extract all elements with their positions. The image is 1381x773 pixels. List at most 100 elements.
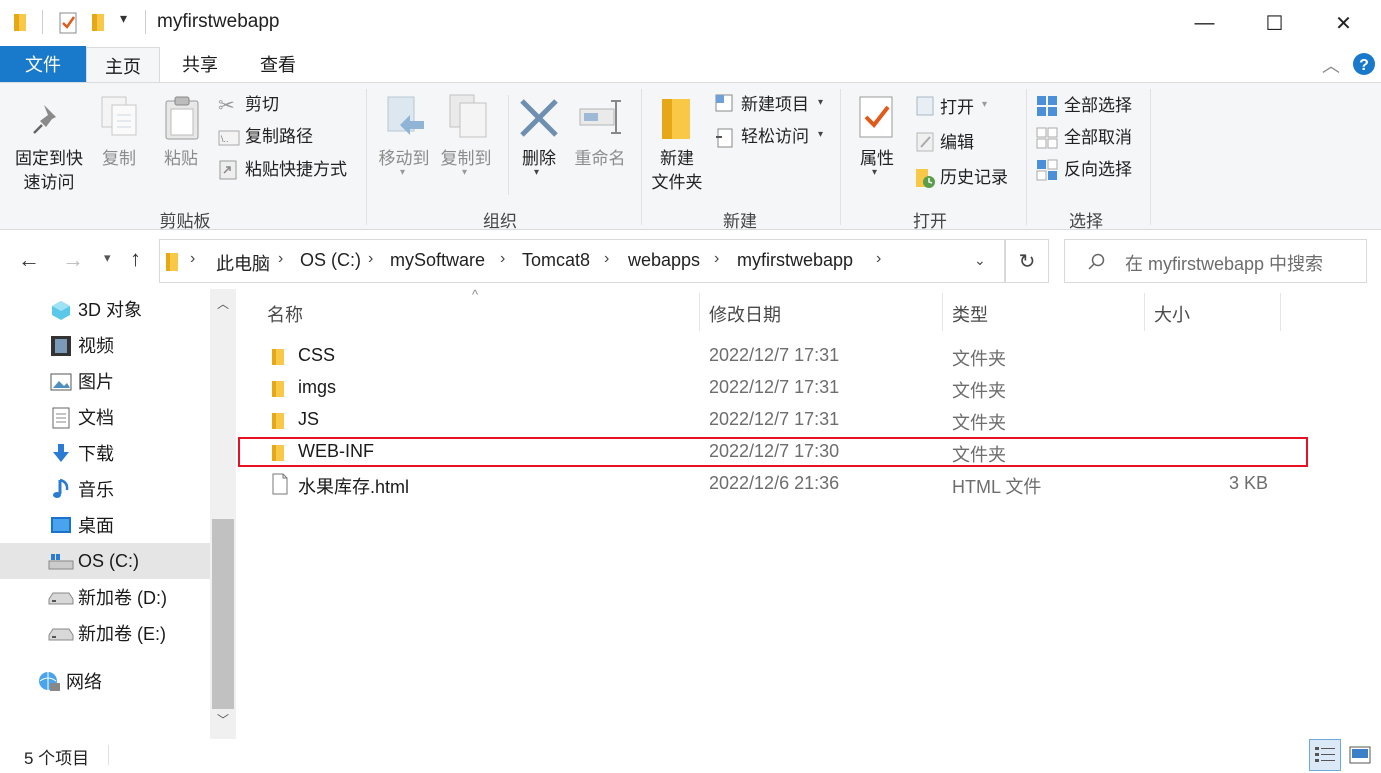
paste-label: 粘贴 (164, 149, 198, 168)
select-all-icon (1037, 96, 1057, 116)
properties-dropdown-icon: ▾ (872, 167, 878, 178)
column-header-size[interactable]: 大小 (1154, 301, 1190, 327)
file-date: 2022/12/7 17:31 (709, 409, 840, 429)
quick-access-toolbar-dropdown-icon[interactable]: ▾ (120, 10, 127, 27)
select-none-icon (1036, 127, 1058, 149)
breadcrumb-webapps[interactable]: webapps (628, 250, 700, 271)
network-icon (39, 672, 60, 691)
move-to-icon (387, 96, 424, 135)
nav-item-documents[interactable]: 文档 (0, 399, 210, 435)
documents-icon (52, 407, 70, 429)
nav-label: 视频 (78, 336, 114, 356)
download-icon (53, 444, 69, 462)
nav-item-3d-objects[interactable]: 3D 对象 (0, 291, 210, 327)
breadcrumb-tomcat8[interactable]: Tomcat8 (522, 250, 590, 271)
folder-icon (14, 14, 26, 31)
breadcrumb-myfirstwebapp[interactable]: myfirstwebapp (737, 250, 853, 271)
nav-item-drive-e[interactable]: 新加卷 (E:) (0, 615, 210, 651)
ribbon-separator (840, 89, 841, 225)
open-icon (916, 96, 934, 116)
minimize-button[interactable]: — (1170, 0, 1239, 46)
column-separator[interactable] (1144, 293, 1145, 331)
column-header-name[interactable]: 名称 (267, 301, 303, 327)
file-date: 2022/12/7 17:31 (709, 345, 840, 365)
nav-item-music[interactable]: 音乐 (0, 471, 210, 507)
tab-share[interactable]: 共享 (162, 46, 238, 82)
sort-ascending-icon: ^ (472, 287, 479, 302)
forward-button[interactable]: → (62, 247, 84, 273)
nav-item-desktop[interactable]: 桌面 (0, 507, 210, 543)
scroll-down-arrow-icon[interactable]: ﹀ (217, 711, 229, 728)
title-bar: ▾ myfirstwebapp — ☐ ✕ (0, 0, 1381, 46)
item-count: 5 个项目 (24, 749, 90, 768)
search-box[interactable]: 在 myfirstwebapp 中搜索 (1064, 239, 1367, 283)
nav-label: 网络 (66, 672, 102, 692)
maximize-button[interactable]: ☐ (1240, 0, 1309, 46)
file-row-js[interactable]: JS 2022/12/7 17:31 文件夹 (240, 404, 1310, 436)
scroll-up-arrow-icon[interactable]: ︿ (217, 295, 229, 312)
delete-icon (520, 99, 558, 137)
folder-icon (272, 413, 284, 429)
group-label-clipboard: 剪贴板 (159, 212, 211, 231)
column-separator[interactable] (1280, 293, 1281, 331)
scissors-icon: ✂ (218, 95, 235, 117)
file-name: CSS (298, 345, 336, 365)
file-name: 水果库存.html (298, 477, 410, 497)
file-date: 2022/12/6 21:36 (709, 473, 840, 493)
nav-item-downloads[interactable]: 下载 (0, 435, 210, 471)
file-row-html[interactable]: 水果库存.html 2022/12/6 21:36 HTML 文件 3 KB (240, 468, 1310, 500)
breadcrumb-this-pc[interactable]: 此电脑 (216, 250, 270, 276)
nav-item-pictures[interactable]: 图片 (0, 363, 210, 399)
column-header-type[interactable]: 类型 (952, 301, 988, 327)
help-icon[interactable]: ? (1352, 52, 1376, 76)
breadcrumb-os-c[interactable]: OS (C:) (300, 250, 361, 271)
file-type: 文件夹 (952, 413, 1006, 433)
details-view-button[interactable] (1309, 739, 1341, 771)
group-label-organize: 组织 (483, 212, 517, 231)
ribbon-separator (508, 95, 509, 195)
folder-icon (272, 381, 284, 397)
select-all-label: 全部选择 (1064, 96, 1132, 115)
status-bar: 5 个项目 (0, 739, 1381, 773)
back-button[interactable]: ← (18, 247, 40, 273)
up-button[interactable]: ↑ (130, 246, 141, 272)
nav-item-drive-d[interactable]: 新加卷 (D:) (0, 579, 210, 615)
nav-label: 桌面 (78, 516, 114, 536)
easy-access-label: 轻松访问 (741, 127, 809, 146)
delete-dropdown-icon: ▾ (534, 167, 540, 178)
recent-locations-dropdown-icon[interactable]: ▾ (104, 250, 111, 266)
search-icon (1088, 253, 1105, 270)
breadcrumb-separator: › (876, 250, 882, 267)
tab-file[interactable]: 文件 (0, 46, 86, 82)
new-folder-quick-icon[interactable] (92, 12, 108, 32)
breadcrumb-separator: › (190, 250, 196, 267)
breadcrumb-mysoftware[interactable]: mySoftware (390, 250, 485, 271)
file-row-css[interactable]: CSS 2022/12/7 17:31 文件夹 (240, 340, 1310, 372)
column-separator[interactable] (699, 293, 700, 331)
navigation-scrollbar[interactable]: ︿ ﹀ (210, 289, 236, 739)
file-row-imgs[interactable]: imgs 2022/12/7 17:31 文件夹 (240, 372, 1310, 404)
tab-view[interactable]: 查看 (240, 46, 316, 82)
file-type: 文件夹 (952, 349, 1006, 369)
scrollbar-thumb[interactable] (212, 519, 234, 709)
close-button[interactable]: ✕ (1309, 0, 1378, 46)
ribbon: 固定到快 速访问 复制 粘贴 ✂ 剪切 \.. 复制路径 粘贴快捷方式 剪贴板 … (0, 82, 1381, 231)
nav-item-videos[interactable]: 视频 (0, 327, 210, 363)
address-history-dropdown-icon[interactable]: ⌄ (974, 252, 986, 269)
collapse-ribbon-icon[interactable]: ︿ (1322, 52, 1340, 78)
copy-icon (101, 96, 137, 136)
history-label: 历史记录 (940, 168, 1008, 187)
tab-home[interactable]: 主页 (86, 47, 160, 83)
column-header-date[interactable]: 修改日期 (709, 301, 781, 327)
column-separator[interactable] (942, 293, 943, 331)
new-item-label: 新建项目 (741, 95, 809, 114)
nav-item-network[interactable]: 网络 (0, 663, 210, 699)
refresh-button[interactable]: ↻ (1005, 239, 1049, 283)
search-placeholder: 在 myfirstwebapp 中搜索 (1125, 254, 1324, 274)
address-bar[interactable]: › 此电脑 › OS (C:) › mySoftware › Tomcat8 ›… (159, 239, 1005, 283)
nav-item-os-c[interactable]: OS (C:) (0, 543, 210, 579)
large-icons-view-button[interactable] (1344, 739, 1376, 771)
properties-quick-icon[interactable] (58, 11, 80, 35)
new-folder-icon (662, 99, 690, 139)
svg-text:\..: \.. (221, 134, 229, 144)
